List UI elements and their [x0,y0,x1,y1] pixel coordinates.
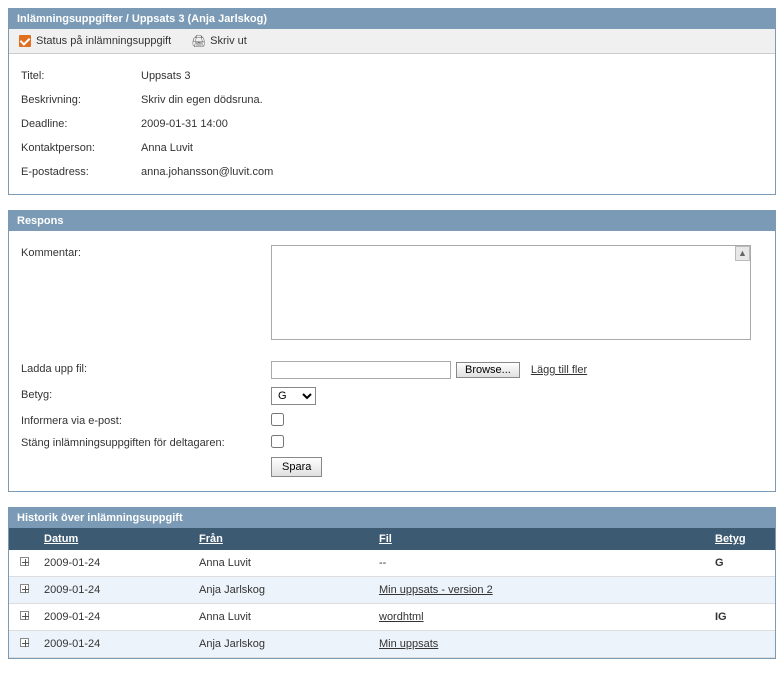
file-input[interactable] [271,361,451,379]
assignment-panel: Inlämningsuppgifter / Uppsats 3 (Anja Ja… [8,8,776,195]
col-datum-header[interactable]: Datum [44,533,78,545]
row-from: Anna Luvit [199,611,379,623]
row-file: wordhtml [379,611,715,623]
assignment-header: Inlämningsuppgifter / Uppsats 3 (Anja Ja… [9,9,775,29]
row-grade: G [715,557,775,569]
row-from: Anja Jarlskog [199,638,379,650]
browse-button[interactable]: Browse... [456,362,520,378]
stang-label: Stäng inlämningsuppgiften för deltagaren… [21,435,271,449]
row-file: Min uppsats [379,638,715,650]
betyg-label: Betyg: [21,387,271,401]
row-date: 2009-01-24 [39,584,199,596]
row-date: 2009-01-24 [39,611,199,623]
beskrivning-label: Beskrivning: [21,94,141,106]
row-grade: IG [715,611,775,623]
response-form: Kommentar: ▲ Ladda upp fil: Browse... Lä… [9,231,775,491]
ladda-label: Ladda upp fil: [21,361,271,375]
epost-label: E-postadress: [21,166,141,178]
betyg-select[interactable]: G [271,387,316,405]
table-row: 2009-01-24Anna Luvitwordhtml IG [9,604,775,631]
spara-button[interactable]: Spara [271,457,322,477]
titel-label: Titel: [21,70,141,82]
print-label: Skriv ut [210,35,247,47]
beskrivning-value: Skriv din egen dödsruna. [141,94,763,106]
status-button[interactable]: Status på inlämningsuppgift [19,35,171,47]
kommentar-label: Kommentar: [21,245,271,259]
row-file: Min uppsats - version 2 [379,584,715,596]
scroll-up-icon[interactable]: ▲ [735,246,750,261]
kontakt-value: Anna Luvit [141,142,763,154]
stang-checkbox[interactable] [271,435,284,448]
toolbar: Status på inlämningsuppgift Skriv ut [9,29,775,54]
response-header: Respons [9,211,775,231]
history-table-header: Datum Från Fil Betyg [9,528,775,550]
expand-icon[interactable] [20,638,29,647]
table-row: 2009-01-24Anja JarlskogMin uppsats - ver… [9,577,775,604]
history-header: Historik över inlämningsuppgift [9,508,775,528]
table-row: 2009-01-24Anja JarlskogMin uppsats [9,631,775,658]
print-icon [191,35,205,47]
table-row: 2009-01-24Anna Luvit--G [9,550,775,577]
row-date: 2009-01-24 [39,557,199,569]
col-betyg-header[interactable]: Betyg [715,533,746,545]
expand-icon[interactable] [20,557,29,566]
details-section: Titel: Uppsats 3 Beskrivning: Skriv din … [9,54,775,194]
kontakt-label: Kontaktperson: [21,142,141,154]
status-icon [19,35,31,47]
status-label: Status på inlämningsuppgift [36,35,171,47]
epost-value: anna.johansson@luvit.com [141,166,763,178]
print-button[interactable]: Skriv ut [191,35,247,47]
expand-icon[interactable] [20,584,29,593]
history-panel: Historik över inlämningsuppgift Datum Fr… [8,507,776,659]
history-body: Datum Från Fil Betyg 2009-01-24Anna Luvi… [9,528,775,658]
add-more-link[interactable]: Lägg till fler [531,364,587,376]
response-panel: Respons Kommentar: ▲ Ladda upp fil: Brow… [8,210,776,492]
row-from: Anja Jarlskog [199,584,379,596]
titel-value: Uppsats 3 [141,70,763,82]
row-file: -- [379,557,715,569]
expand-icon[interactable] [20,611,29,620]
file-link[interactable]: wordhtml [379,611,424,623]
row-from: Anna Luvit [199,557,379,569]
col-fil-header[interactable]: Fil [379,533,392,545]
informera-checkbox[interactable] [271,413,284,426]
informera-label: Informera via e-post: [21,413,271,427]
deadline-value: 2009-01-31 14:00 [141,118,763,130]
deadline-label: Deadline: [21,118,141,130]
file-link[interactable]: Min uppsats [379,638,438,650]
file-link[interactable]: Min uppsats - version 2 [379,584,493,596]
col-fran-header[interactable]: Från [199,533,223,545]
row-date: 2009-01-24 [39,638,199,650]
kommentar-textarea[interactable] [271,245,751,340]
